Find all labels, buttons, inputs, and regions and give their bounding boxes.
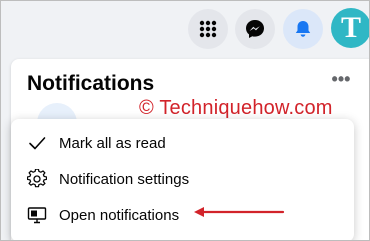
menu-grid-icon (199, 20, 217, 38)
monitor-icon (27, 205, 47, 225)
menu-item-open-notifications[interactable]: Open notifications (11, 197, 354, 233)
watermark: © Techniquehow.com (139, 97, 333, 119)
more-options-icon[interactable]: ••• (329, 68, 353, 92)
menu-item-label: Open notifications (59, 206, 180, 224)
screenshot-frame: T Notifications ••• © Techniquehow.com M… (0, 0, 370, 241)
menu-item-mark-all-read[interactable]: Mark all as read (11, 125, 354, 161)
top-bar: T (1, 1, 369, 51)
avatar-letter: T (340, 11, 361, 44)
annotation-arrow-icon (194, 207, 285, 217)
panel-title: Notifications (27, 72, 155, 95)
bell-icon (295, 21, 311, 37)
menu-item-label: Notification settings (59, 170, 190, 188)
gear-icon (27, 169, 47, 189)
messenger-button[interactable] (235, 9, 275, 49)
menu-button[interactable] (188, 9, 228, 49)
messenger-icon (246, 20, 264, 38)
menu-item-label: Mark all as read (59, 134, 166, 152)
avatar[interactable]: T (331, 8, 369, 48)
notifications-button[interactable] (283, 9, 323, 49)
menu-item-notification-settings[interactable]: Notification settings (11, 161, 354, 197)
check-icon (27, 133, 47, 153)
options-menu: Mark all as read Notification settings O… (11, 119, 354, 240)
